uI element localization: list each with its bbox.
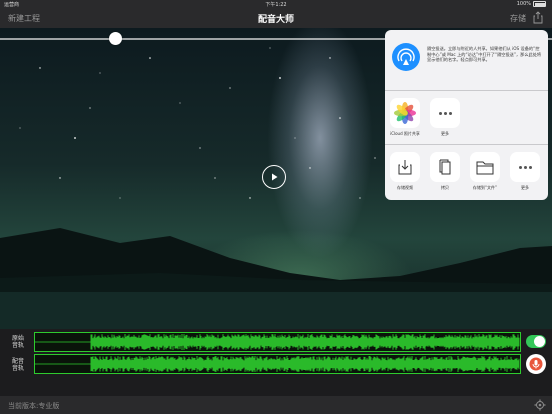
version-label: 当前版本:专业版 — [8, 402, 60, 410]
save-video-button[interactable]: 存储视频 — [389, 152, 421, 191]
save-video-icon — [390, 152, 420, 182]
icloud-photo-sharing-button[interactable]: iCloud 照片共享 — [389, 98, 421, 137]
action-label: 拷贝 — [441, 185, 449, 190]
more-icon — [430, 98, 460, 128]
save-button[interactable]: 存储 — [510, 13, 526, 24]
action-label: 更多 — [521, 185, 529, 190]
action-label: 存储视频 — [397, 185, 413, 190]
footer-bar: 当前版本:专业版 — [0, 396, 552, 414]
original-track-waveform[interactable] — [34, 332, 521, 352]
waveform-graphic — [35, 334, 520, 350]
app-label: 更多 — [441, 131, 449, 136]
copy-icon — [430, 152, 460, 182]
airdrop-icon — [392, 43, 420, 71]
battery-icon — [533, 1, 546, 7]
share-apps-row: iCloud 照片共享 更多 — [385, 90, 548, 145]
app-label: iCloud 照片共享 — [390, 131, 420, 136]
page-title: 配音大师 — [257, 15, 294, 25]
more-icon — [510, 152, 540, 182]
battery-percent: 100% — [516, 1, 531, 7]
microphone-icon — [529, 357, 543, 371]
original-track-toggle[interactable] — [526, 335, 546, 348]
waveform-graphic — [35, 356, 520, 372]
share-actions-row: 存储视频 拷贝 存储到“文件” 更多 — [385, 144, 548, 200]
play-button[interactable] — [262, 165, 286, 189]
original-track-label: 原始 音轨 — [12, 335, 25, 349]
more-actions-button[interactable]: 更多 — [509, 152, 541, 191]
battery-indicator: 100% — [517, 1, 546, 7]
gear-icon[interactable] — [534, 399, 546, 411]
copy-button[interactable]: 拷贝 — [429, 152, 461, 191]
status-bar: 运营商 下午1:22 100% — [0, 0, 552, 8]
dub-track-waveform[interactable] — [34, 354, 521, 374]
mountain-silhouette — [0, 228, 552, 329]
more-apps-button[interactable]: 更多 — [429, 98, 461, 137]
save-to-files-button[interactable]: 存储到“文件” — [469, 152, 501, 191]
share-icon[interactable] — [532, 11, 544, 24]
nav-bar: 新建工程 配音大师 存储 — [0, 8, 552, 28]
record-button[interactable] — [526, 354, 546, 374]
clock-label: 下午1:22 — [265, 2, 287, 8]
action-label: 存储到“文件” — [472, 185, 498, 190]
photos-icon — [390, 98, 420, 128]
airdrop-section[interactable]: 隔空投送。立即与附近的人共享。如果他们从 iOS 设备的“控制中心”或 Mac … — [385, 30, 548, 91]
airdrop-description: 隔空投送。立即与附近的人共享。如果他们从 iOS 设备的“控制中心”或 Mac … — [427, 46, 542, 62]
folder-icon — [470, 152, 500, 182]
play-icon — [272, 173, 278, 181]
share-sheet: 隔空投送。立即与附近的人共享。如果他们从 iOS 设备的“控制中心”或 Mac … — [385, 30, 548, 200]
dub-track-label: 配音 音轨 — [12, 358, 25, 372]
